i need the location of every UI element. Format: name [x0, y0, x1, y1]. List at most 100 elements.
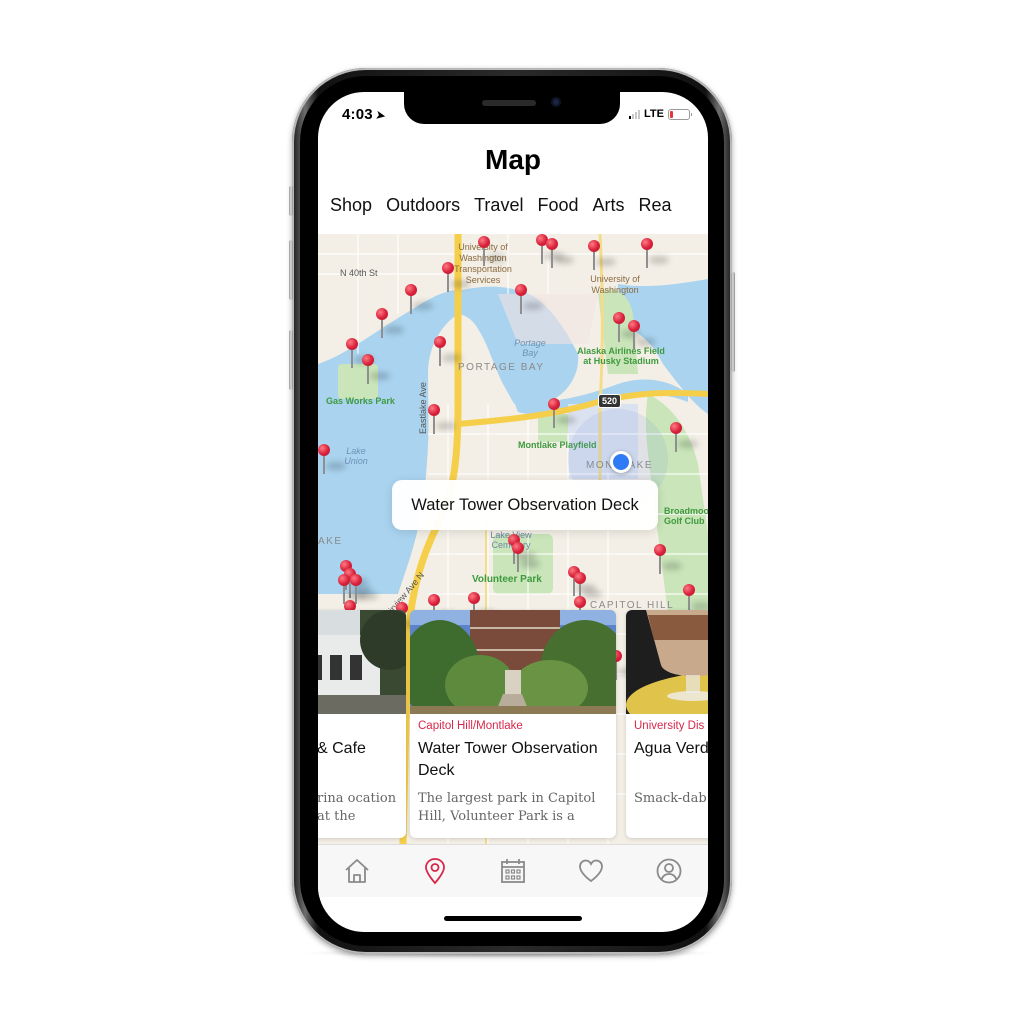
map-pin[interactable] — [670, 422, 698, 452]
pin-shadow — [450, 280, 470, 288]
heart-icon — [579, 859, 603, 883]
pin-shadow — [691, 602, 708, 610]
tab-calendar[interactable] — [493, 851, 533, 891]
pin-head — [574, 596, 586, 608]
battery-icon — [668, 108, 692, 120]
map-pin[interactable] — [318, 444, 346, 474]
pin-stick — [646, 249, 648, 268]
pin-shadow — [326, 462, 346, 470]
category-tab-shop[interactable]: Shop — [330, 195, 372, 216]
pin-head — [318, 444, 330, 456]
signal-icon — [629, 109, 641, 119]
location-arrow-icon: ➤ — [374, 109, 387, 123]
tab-profile[interactable] — [649, 851, 689, 891]
silent-switch — [289, 186, 293, 216]
home-indicator[interactable] — [444, 916, 582, 921]
pin-stick — [323, 455, 325, 474]
pin-shadow — [413, 302, 433, 310]
pin-head — [468, 592, 480, 604]
category-tab-travel[interactable]: Travel — [474, 195, 523, 216]
pin-head — [613, 312, 625, 324]
map-pin[interactable] — [478, 236, 506, 266]
map-pin[interactable] — [376, 308, 404, 338]
pin-shadow — [384, 326, 404, 334]
category-tab-rea[interactable]: Rea — [639, 195, 672, 216]
pin-head — [362, 354, 374, 366]
map-pin[interactable] — [428, 404, 456, 434]
map-pin[interactable] — [515, 284, 543, 314]
place-card-region: University Dis — [634, 720, 705, 732]
pin-shadow — [649, 256, 669, 264]
map-pin[interactable] — [548, 398, 576, 428]
map-pin[interactable] — [362, 354, 390, 384]
tab-favorites[interactable] — [571, 851, 611, 891]
pin-head — [670, 422, 682, 434]
tab-map[interactable] — [415, 851, 455, 891]
pin-head — [548, 398, 560, 410]
place-card-title: Water Tower Observation Deck — [418, 740, 598, 779]
category-tab-outdoors[interactable]: Outdoors — [386, 195, 460, 216]
category-tabs: n Shop Outdoors Travel Food Arts Rea — [318, 195, 672, 216]
pin-stick — [517, 553, 519, 572]
pin-stick — [410, 295, 412, 314]
user-location-dot — [610, 451, 632, 473]
map-label-n40th: N 40th St — [340, 268, 378, 278]
bottom-tab-bar — [318, 844, 708, 897]
place-card-description: The largest park in Capitol Hill, Volunt… — [418, 791, 596, 824]
place-card[interactable]: & Cafe rina ocation at the — [318, 610, 406, 838]
volume-up-button — [289, 240, 293, 300]
pin-stick — [447, 273, 449, 292]
map-pin[interactable] — [405, 284, 433, 314]
place-card-region: Capitol Hill/Montlake — [418, 720, 523, 732]
map-label-uw: University of Washington — [590, 274, 640, 295]
pin-stick — [675, 433, 677, 452]
map-pin[interactable] — [434, 336, 462, 366]
map-label-eastlake-hood: AKE — [318, 536, 343, 547]
map-label-gas-works: Gas Works Park — [326, 396, 395, 406]
place-card[interactable]: University Dis Agua Verd Paddle Clu Smac… — [626, 610, 708, 838]
pin-head — [654, 544, 666, 556]
power-button — [731, 272, 735, 372]
pin-head — [350, 574, 362, 586]
map-label-volunteer-park: Volunteer Park — [472, 574, 542, 585]
map-pin[interactable] — [641, 238, 669, 268]
home-icon — [345, 859, 369, 883]
map-pin[interactable] — [512, 542, 540, 572]
map-pin[interactable] — [442, 262, 470, 292]
map-pin[interactable] — [346, 338, 374, 368]
map-pin[interactable] — [588, 240, 616, 270]
pin-head — [442, 262, 454, 274]
pin-stick — [367, 365, 369, 384]
pin-shadow — [556, 416, 576, 424]
place-card-selected[interactable]: Capitol Hill/Montlake Water Tower Observ… — [410, 610, 616, 838]
network-type: LTE — [644, 108, 664, 120]
pin-head — [588, 240, 600, 252]
calendar-icon — [501, 859, 525, 883]
pin-shadow — [358, 592, 378, 600]
map-pin[interactable] — [613, 312, 641, 342]
place-card-title: Agua Verd Paddle Clu — [634, 740, 708, 757]
pin-head — [434, 336, 446, 348]
pin-stick — [593, 251, 595, 270]
pin-head — [574, 572, 586, 584]
pin-stick — [483, 247, 485, 266]
notch — [404, 92, 620, 124]
tab-home[interactable] — [337, 851, 377, 891]
selected-place-callout[interactable]: Water Tower Observation Deck — [392, 480, 658, 530]
pin-shadow — [662, 562, 682, 570]
map-pin[interactable] — [546, 238, 574, 268]
pin-shadow — [486, 254, 506, 262]
pin-head — [428, 594, 440, 606]
map-pin[interactable] — [628, 320, 656, 350]
pin-shadow — [442, 354, 462, 362]
category-tab-food[interactable]: Food — [537, 195, 578, 216]
pin-stick — [618, 323, 620, 342]
place-cards-carousel[interactable]: & Cafe rina ocation at the Capitol Hill/… — [318, 610, 708, 842]
category-tab-arts[interactable]: Arts — [592, 195, 624, 216]
place-card-description: rina ocation at the — [318, 791, 397, 824]
map-pin[interactable] — [654, 544, 682, 574]
pin-head — [405, 284, 417, 296]
pin-head — [515, 284, 527, 296]
pin-head — [338, 574, 350, 586]
pin-stick — [351, 349, 353, 368]
